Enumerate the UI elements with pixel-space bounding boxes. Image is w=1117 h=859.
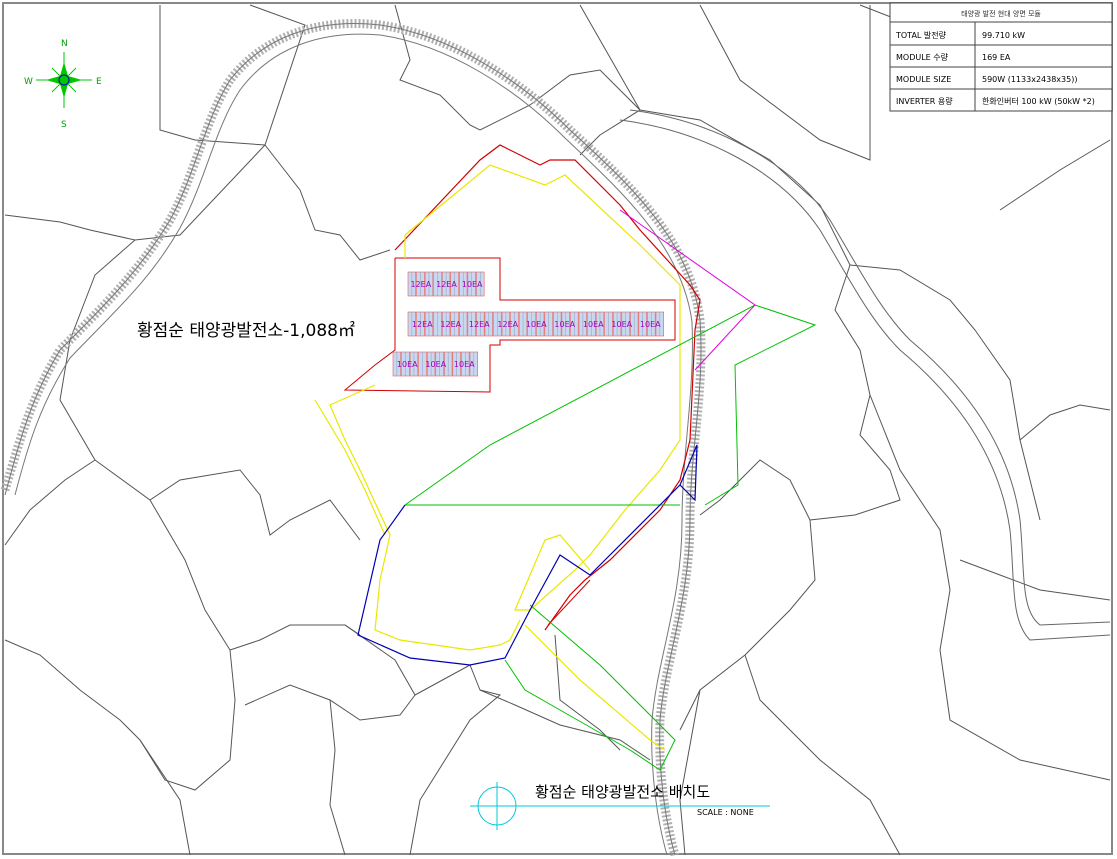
string-count-label: 10EA — [526, 320, 547, 329]
site-label: 황점순 태양광발전소-1,088㎡ — [137, 321, 355, 341]
info-row-total-label: TOTAL 발전량 — [895, 30, 947, 40]
array-row: 10EA 10EA 10EA — [392, 351, 479, 377]
info-row-module-qty-value: 169 EA — [982, 53, 1011, 62]
string-count-label: 10EA — [462, 280, 483, 289]
info-table-title: 태양광 발전 현대 양면 모듈 — [961, 9, 1041, 18]
cadastral-lines — [4, 4, 1111, 856]
array-row: 12EA 12EA 10EA — [407, 271, 485, 297]
setback-line-yellow-3 — [329, 384, 521, 651]
setback-line-yellow-4 — [314, 399, 386, 536]
lot-line-red-short — [547, 579, 591, 626]
lot-line-blue — [357, 444, 698, 666]
compass-rose: N S E W — [24, 39, 102, 130]
compass-n-label: N — [61, 39, 68, 49]
info-row-total-value: 99.710 kW — [982, 31, 1025, 40]
string-count-label: 10EA — [583, 320, 604, 329]
drawing-title-block: 황점순 태양광발전소 배치도 SCALE : NONE — [470, 782, 770, 830]
solar-arrays: 12EA 12EA 10EA12EA 12EA 12EA 12EA 10EA 10EA 10EA… — [392, 271, 665, 377]
site-boundary-red — [394, 144, 701, 631]
compass-e-label: E — [96, 77, 102, 87]
string-count-label: 12EA — [412, 320, 433, 329]
drawing-title: 황점순 태양광발전소 배치도 — [535, 783, 710, 801]
string-count-label: 10EA — [454, 360, 475, 369]
string-count-label: 12EA — [440, 320, 461, 329]
road — [0, 18, 1111, 857]
info-table: 태양광 발전 현대 양면 모듈 TOTAL 발전량 99.710 kW MODU… — [889, 2, 1113, 112]
string-count-label: 12EA — [497, 320, 518, 329]
setback-line-yellow-5 — [524, 624, 666, 751]
string-count-label: 10EA — [554, 320, 575, 329]
string-count-label: 12EA — [410, 280, 431, 289]
info-row-module-qty-label: MODULE 수량 — [896, 52, 949, 62]
array-row: 12EA 12EA 12EA 12EA 10EA 10EA 10EA 10EA 10EA — [407, 311, 665, 337]
string-count-label: 10EA — [425, 360, 446, 369]
info-row-module-size-label: MODULE SIZE — [896, 75, 951, 84]
compass-w-label: W — [24, 77, 33, 87]
string-count-label: 12EA — [469, 320, 490, 329]
lot-line-magenta — [619, 209, 756, 371]
site-plan-drawing: 12EA 12EA 10EA12EA 12EA 12EA 12EA 10EA 10EA 10EA… — [0, 2, 1113, 857]
scale-text: SCALE : NONE — [697, 808, 754, 817]
setback-line-yellow — [404, 164, 681, 611]
compass-s-label: S — [61, 120, 67, 130]
string-count-label: 12EA — [436, 280, 457, 289]
string-count-label: 10EA — [397, 360, 418, 369]
string-count-label: 10EA — [611, 320, 632, 329]
info-row-module-size-value: 590W (1133x2438x35)) — [982, 75, 1077, 84]
string-count-label: 10EA — [640, 320, 661, 329]
info-row-inverter-value: 한화인버터 100 kW (50kW *2) — [982, 96, 1095, 106]
info-row-inverter-label: INVERTER 용량 — [896, 96, 953, 106]
